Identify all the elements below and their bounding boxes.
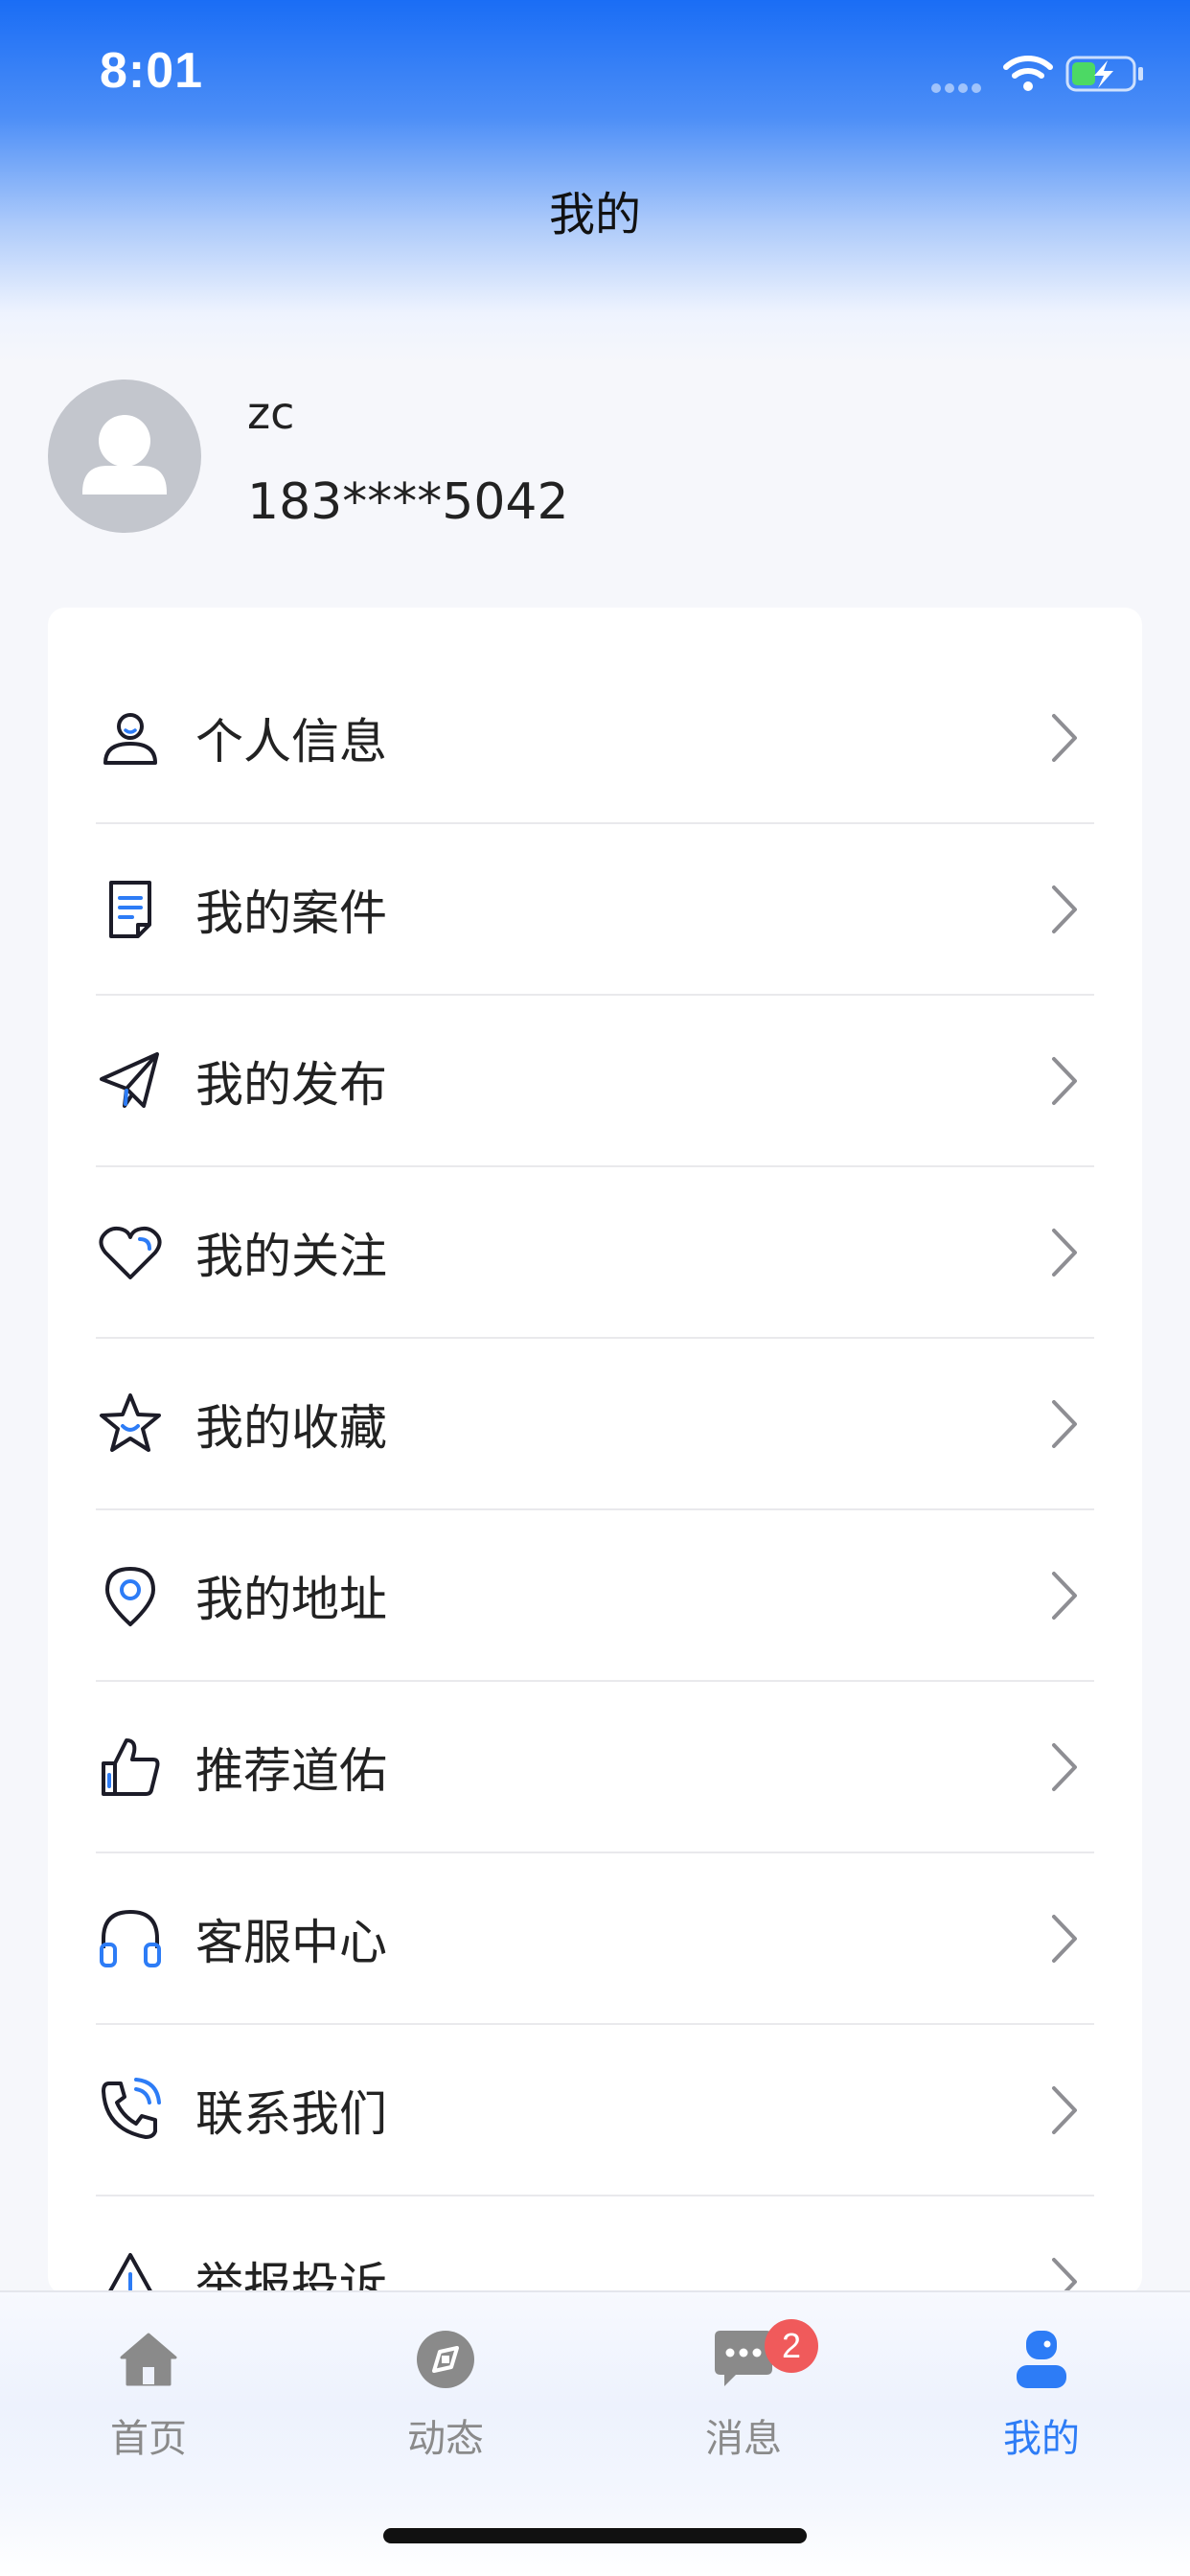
menu-item-recommend[interactable]: 推荐道佑 — [96, 1683, 1094, 1853]
avatar[interactable] — [48, 380, 201, 533]
compass-icon — [417, 2331, 474, 2388]
menu-item-my-posts[interactable]: 我的发布 — [96, 997, 1094, 1167]
chevron-right-icon — [1052, 1915, 1077, 1963]
tab-messages[interactable]: 2 消息 — [648, 2319, 839, 2469]
default-avatar-icon — [82, 415, 167, 494]
profile-icon — [1017, 2331, 1066, 2388]
menu-item-report-complaint[interactable]: 举报投诉 — [96, 2197, 1094, 2294]
phone-icon — [102, 2078, 161, 2139]
tab-home[interactable]: 首页 — [53, 2325, 244, 2469]
paper-plane-icon — [100, 1052, 159, 1108]
heart-icon — [99, 1226, 162, 1279]
menu-item-my-favorites[interactable]: 我的收藏 — [96, 1340, 1094, 1510]
headphones-icon — [100, 1909, 161, 1967]
user-icon — [103, 713, 157, 765]
menu-item-label: 我的地址 — [195, 1572, 387, 1627]
chevron-right-icon — [1052, 714, 1077, 762]
menu-item-label: 客服中心 — [195, 1915, 387, 1970]
unread-badge: 2 — [765, 2319, 818, 2373]
chevron-right-icon — [1052, 1572, 1077, 1620]
menu-card: 个人信息 我的案件 我的发布 我的关注 我的收藏 我的地址 推荐道佑 客服中心 … — [48, 608, 1142, 2294]
menu-item-my-follows[interactable]: 我的关注 — [96, 1168, 1094, 1339]
thumbs-up-icon — [102, 1738, 160, 1796]
cellular-signal-icon — [931, 79, 985, 97]
menu-item-contact-us[interactable]: 联系我们 — [96, 2026, 1094, 2196]
menu-item-label: 我的案件 — [195, 886, 387, 941]
menu-item-my-cases[interactable]: 我的案件 — [96, 825, 1094, 996]
status-time: 8:01 — [100, 43, 204, 99]
star-icon — [100, 1393, 161, 1452]
home-indicator — [383, 2528, 807, 2543]
menu-item-customer-service[interactable]: 客服中心 — [96, 1854, 1094, 2025]
menu-item-label: 举报投诉 — [195, 2258, 387, 2294]
tab-label: 动态 — [407, 2417, 484, 2461]
tab-label: 我的 — [1003, 2417, 1080, 2461]
chevron-right-icon — [1052, 886, 1077, 933]
menu-item-label: 我的关注 — [195, 1229, 387, 1284]
menu-item-personal-info[interactable]: 个人信息 — [96, 654, 1094, 824]
home-icon — [120, 2333, 177, 2386]
tab-label: 首页 — [110, 2417, 187, 2461]
menu-item-label: 个人信息 — [195, 714, 387, 770]
menu-item-my-address[interactable]: 我的地址 — [96, 1511, 1094, 1682]
menu-item-label: 我的收藏 — [195, 1400, 387, 1456]
tab-label: 消息 — [705, 2417, 782, 2461]
status-bar: 8:01 — [0, 0, 1190, 144]
chevron-right-icon — [1052, 2086, 1077, 2134]
tab-mine[interactable]: 我的 — [946, 2325, 1137, 2469]
page-title: 我的 — [548, 188, 641, 242]
menu-item-label: 联系我们 — [195, 2086, 387, 2142]
document-icon — [109, 881, 151, 938]
chevron-right-icon — [1052, 1057, 1077, 1105]
warning-icon — [105, 2253, 155, 2294]
chevron-right-icon — [1052, 2258, 1077, 2294]
menu-item-label: 我的发布 — [195, 1057, 387, 1113]
chevron-right-icon — [1052, 1229, 1077, 1276]
chevron-right-icon — [1052, 1743, 1077, 1791]
menu-item-label: 推荐道佑 — [195, 1743, 387, 1799]
chevron-right-icon — [1052, 1400, 1077, 1448]
user-name: zc — [247, 387, 295, 439]
user-phone: 183****5042 — [247, 473, 569, 531]
location-pin-icon — [105, 1567, 155, 1626]
wifi-icon — [1003, 56, 1053, 91]
battery-charging-icon — [1065, 56, 1143, 92]
tab-feed[interactable]: 动态 — [350, 2325, 541, 2469]
